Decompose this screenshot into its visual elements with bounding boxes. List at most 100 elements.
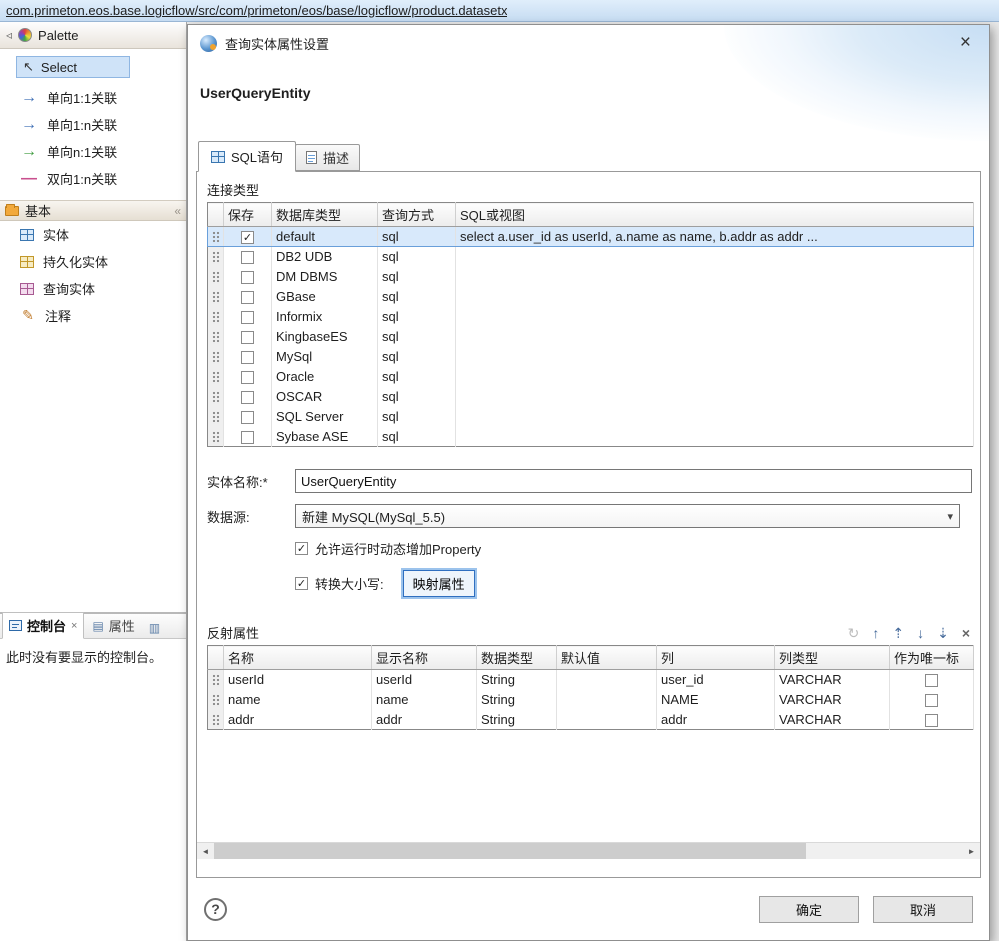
tab-description[interactable]: 描述 <box>295 144 360 171</box>
db-type-cell[interactable]: SQL Server <box>272 407 378 427</box>
row-handle[interactable] <box>208 387 224 407</box>
name-cell[interactable]: userId <box>224 670 372 690</box>
query-mode-cell[interactable]: sql <box>378 347 456 367</box>
save-checkbox[interactable] <box>241 411 254 424</box>
sql-cell[interactable] <box>456 407 974 427</box>
display-name-cell[interactable]: addr <box>372 710 477 730</box>
row-handle[interactable] <box>208 327 224 347</box>
palette-item-relation-bidirectional[interactable]: — 双向1:n关联 <box>0 165 186 192</box>
save-checkbox[interactable] <box>241 251 254 264</box>
datasource-select[interactable]: 新建 MySQL(MySql_5.5) ▾ <box>295 504 960 528</box>
unique-checkbox[interactable] <box>925 714 938 727</box>
query-mode-cell[interactable]: sql <box>378 407 456 427</box>
tab-console[interactable]: 控制台 × <box>2 612 84 639</box>
save-cell[interactable] <box>224 427 272 447</box>
connection-table-row[interactable]: KingbaseES sql <box>208 327 974 347</box>
palette-item-comment[interactable]: ✎ 注释 <box>0 302 186 329</box>
save-cell[interactable] <box>224 387 272 407</box>
tab-sql[interactable]: SQL语句 <box>198 141 296 172</box>
data-type-cell[interactable]: String <box>477 710 557 730</box>
connection-table-row[interactable]: Informix sql <box>208 307 974 327</box>
connection-table-row[interactable]: DM DBMS sql <box>208 267 974 287</box>
sql-cell[interactable] <box>456 387 974 407</box>
save-checkbox[interactable] <box>241 371 254 384</box>
save-cell[interactable] <box>224 367 272 387</box>
save-checkbox[interactable] <box>241 391 254 404</box>
palette-group-basic[interactable]: 基本 « <box>0 200 186 221</box>
scrollbar-track[interactable] <box>214 843 963 859</box>
connection-table-row[interactable]: Sybase ASE sql <box>208 427 974 447</box>
save-checkbox[interactable] <box>241 431 254 444</box>
scroll-right-icon[interactable]: ► <box>963 843 980 859</box>
sql-cell[interactable]: select a.user_id as userId, a.name as na… <box>456 227 974 247</box>
save-cell[interactable] <box>224 327 272 347</box>
row-handle[interactable] <box>208 287 224 307</box>
db-type-cell[interactable]: OSCAR <box>272 387 378 407</box>
query-mode-cell[interactable]: sql <box>378 267 456 287</box>
sql-cell[interactable] <box>456 427 974 447</box>
row-handle[interactable] <box>208 247 224 267</box>
save-checkbox[interactable] <box>241 311 254 324</box>
db-type-cell[interactable]: DB2 UDB <box>272 247 378 267</box>
palette-item-select[interactable]: ↖ Select <box>16 56 130 78</box>
column-type-cell[interactable]: VARCHAR <box>775 670 890 690</box>
save-checkbox[interactable] <box>241 351 254 364</box>
db-type-cell[interactable]: KingbaseES <box>272 327 378 347</box>
unique-cell[interactable] <box>890 690 974 710</box>
db-type-cell[interactable]: DM DBMS <box>272 267 378 287</box>
palette-item-relation-1to1[interactable]: → 单向1:1关联 <box>0 84 186 111</box>
map-properties-button[interactable]: 映射属性 <box>403 570 475 597</box>
close-tab-icon[interactable]: × <box>71 620 77 632</box>
palette-item-persistent-entity[interactable]: 持久化实体 <box>0 248 186 275</box>
row-handle[interactable] <box>208 227 224 247</box>
col-header-display-name[interactable]: 显示名称 <box>372 646 477 670</box>
db-type-cell[interactable]: Informix <box>272 307 378 327</box>
save-cell[interactable] <box>224 227 272 247</box>
query-mode-cell[interactable]: sql <box>378 247 456 267</box>
col-header-db-type[interactable]: 数据库类型 <box>272 203 378 227</box>
row-handle[interactable] <box>208 307 224 327</box>
editor-path-bar[interactable]: com.primeton.eos.base.logicflow/src/com/… <box>0 0 999 22</box>
row-handle[interactable] <box>208 670 224 690</box>
horizontal-scrollbar[interactable]: ◄ ► <box>197 842 980 859</box>
sql-cell[interactable] <box>456 267 974 287</box>
row-handle[interactable] <box>208 710 224 730</box>
row-handle[interactable] <box>208 690 224 710</box>
pin-icon[interactable]: « <box>174 204 181 218</box>
palette-item-query-entity[interactable]: 查询实体 <box>0 275 186 302</box>
col-header-default-value[interactable]: 默认值 <box>557 646 657 670</box>
collapse-palette-icon[interactable]: ◃ <box>6 28 12 42</box>
prop-table-row[interactable]: userId userId String user_id VARCHAR <box>208 670 974 690</box>
display-name-cell[interactable]: name <box>372 690 477 710</box>
row-handle[interactable] <box>208 427 224 447</box>
sql-cell[interactable] <box>456 307 974 327</box>
connection-table-row[interactable]: OSCAR sql <box>208 387 974 407</box>
column-cell[interactable]: user_id <box>657 670 775 690</box>
connection-table-row[interactable]: default sql select a.user_id as userId, … <box>208 227 974 247</box>
sql-cell[interactable] <box>456 287 974 307</box>
allow-dynamic-property-label[interactable]: 允许运行时动态增加Property <box>315 539 481 558</box>
row-handle[interactable] <box>208 267 224 287</box>
col-header-query-mode[interactable]: 查询方式 <box>378 203 456 227</box>
palette-item-relation-1ton[interactable]: → 单向1:n关联 <box>0 111 186 138</box>
col-header-name[interactable]: 名称 <box>224 646 372 670</box>
col-header-column-type[interactable]: 列类型 <box>775 646 890 670</box>
connection-table-row[interactable]: GBase sql <box>208 287 974 307</box>
sql-cell[interactable] <box>456 347 974 367</box>
sql-cell[interactable] <box>456 247 974 267</box>
allow-dynamic-property-checkbox[interactable] <box>295 542 308 555</box>
tab-properties[interactable]: ▤ 属性 <box>86 613 140 638</box>
query-mode-cell[interactable]: sql <box>378 387 456 407</box>
display-name-cell[interactable]: userId <box>372 670 477 690</box>
db-type-cell[interactable]: MySql <box>272 347 378 367</box>
connection-table-row[interactable]: Oracle sql <box>208 367 974 387</box>
sort-descending-icon[interactable]: ⇣ <box>937 626 949 640</box>
data-type-cell[interactable]: String <box>477 670 557 690</box>
scrollbar-thumb[interactable] <box>214 843 806 859</box>
save-checkbox[interactable] <box>241 291 254 304</box>
col-header-column[interactable]: 列 <box>657 646 775 670</box>
move-down-icon[interactable]: ↓ <box>917 626 924 640</box>
save-checkbox[interactable] <box>241 331 254 344</box>
save-cell[interactable] <box>224 407 272 427</box>
palette-item-entity[interactable]: 实体 <box>0 221 186 248</box>
